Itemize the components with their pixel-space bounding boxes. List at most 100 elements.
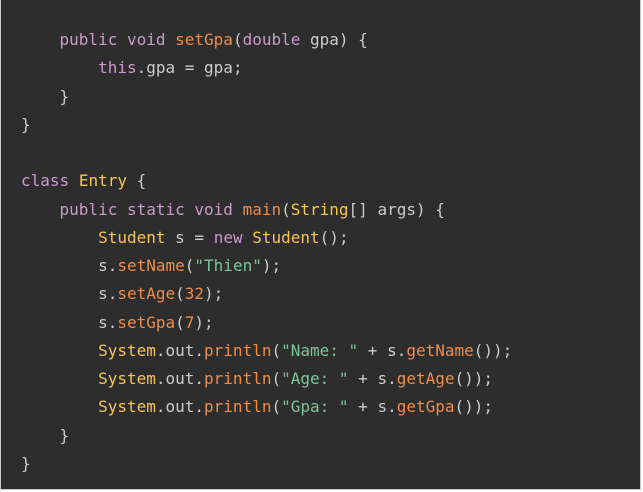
code-line: s.setName("Thien"); (21, 252, 512, 280)
code-line: s.setGpa(7); (21, 309, 512, 337)
code-token-kw: double (242, 30, 301, 49)
code-line: this.gpa = gpa; (21, 54, 512, 82)
code-token-fn: println (204, 340, 272, 360)
code-token-pl: ( (271, 397, 282, 417)
code-token-pl: .out. (155, 340, 205, 360)
code-token-fn: getAge (396, 369, 455, 388)
code-line: } (21, 83, 512, 111)
code-token-pl: } (21, 114, 31, 134)
code-token-pl: s. (21, 256, 118, 275)
code-token-pl: s. (21, 312, 118, 332)
code-token-fn: main (242, 199, 282, 219)
code-line: public void setGpa(double gpa) { (21, 26, 512, 54)
code-token-pl: .gpa (136, 58, 185, 78)
code-token-pl: } (21, 453, 31, 473)
code-token-kw: public (59, 199, 118, 219)
code-token-kw: class (21, 171, 70, 191)
code-token-str: "Gpa: " (281, 397, 349, 417)
code-listing[interactable]: public void setGpa(double gpa) { this.gp… (21, 26, 512, 478)
code-token-pl: ( (232, 30, 243, 49)
code-token-pl: } (21, 86, 70, 106)
code-token-pl: ); (204, 284, 224, 304)
code-token-pl: ( (184, 256, 195, 275)
code-token-pl: s. (21, 284, 118, 304)
code-token-pl: = (194, 227, 205, 247)
code-token-ty: Student (98, 227, 166, 247)
code-token-pl: ()); (454, 397, 494, 417)
code-token-pl: ()); (454, 369, 494, 388)
code-token-fn: getName (406, 340, 474, 360)
code-token-fn: getGpa (396, 397, 455, 417)
code-token-pl: { (126, 171, 147, 191)
code-token-pl: ( (271, 369, 282, 388)
code-token-ty: System (98, 369, 156, 388)
code-token-fn: setAge (117, 284, 176, 304)
code-token-pl: + s. (348, 369, 397, 388)
code-line: } (21, 111, 512, 139)
code-token-ty: System (98, 397, 156, 417)
code-line: public static void main(String[] args) { (21, 196, 512, 224)
code-token-ty: String (290, 199, 349, 219)
code-token-pl: + s. (358, 340, 407, 360)
code-block: public void setGpa(double gpa) { this.gp… (0, 0, 641, 490)
code-line: s.setAge(32); (21, 280, 512, 308)
code-token-kw: new (213, 227, 243, 247)
code-token-kw: void (126, 30, 166, 49)
code-token-pl: ); (194, 312, 214, 332)
code-token-pl: = (184, 58, 195, 78)
code-token-str: "Age: " (281, 369, 349, 388)
code-token-pl: .out. (155, 369, 205, 388)
code-token-pl: ( (175, 284, 185, 304)
code-token-fn: setName (117, 256, 185, 275)
code-line: System.out.println("Age: " + s.getAge())… (21, 365, 512, 393)
code-line: System.out.println("Gpa: " + s.getGpa())… (21, 393, 512, 421)
code-token-fn: println (204, 397, 272, 417)
code-line: Student s = new Student(); (21, 224, 512, 252)
code-token-kw: void (194, 199, 233, 219)
code-token-pl: s (165, 227, 195, 247)
code-token-pl: .out. (155, 397, 205, 417)
code-token-num: 7 (184, 312, 195, 332)
code-token-kw: static (126, 199, 185, 219)
code-token-pl: [] args) { (348, 199, 445, 219)
code-token-kw: this (98, 58, 137, 78)
code-token-pl: (); (319, 227, 349, 247)
code-token-pl: gpa; (194, 58, 243, 78)
code-token-fn: println (204, 369, 272, 388)
code-token-pl: gpa) { (300, 30, 368, 49)
code-token-pl: ( (281, 199, 291, 219)
code-token-pl: ( (271, 340, 282, 360)
code-token-num: 32 (184, 284, 205, 304)
code-token-pl: ()); (473, 340, 513, 360)
code-token-ty: Entry (78, 171, 127, 191)
code-line: } (21, 450, 512, 478)
code-token-fn: setGpa (117, 312, 176, 332)
code-token-kw: public (59, 30, 118, 49)
code-token-ty: System (98, 340, 156, 360)
code-token-fn: setGpa (175, 30, 233, 49)
code-line: } (21, 422, 512, 450)
code-token-pl: ( (175, 312, 185, 332)
code-token-pl: } (21, 425, 70, 445)
code-token-ty: Student (252, 227, 320, 247)
code-line: class Entry { (21, 167, 512, 195)
code-line: System.out.println("Name: " + s.getName(… (21, 337, 512, 365)
code-token-str: "Name: " (281, 340, 359, 360)
code-token-pl: ); (261, 256, 282, 275)
